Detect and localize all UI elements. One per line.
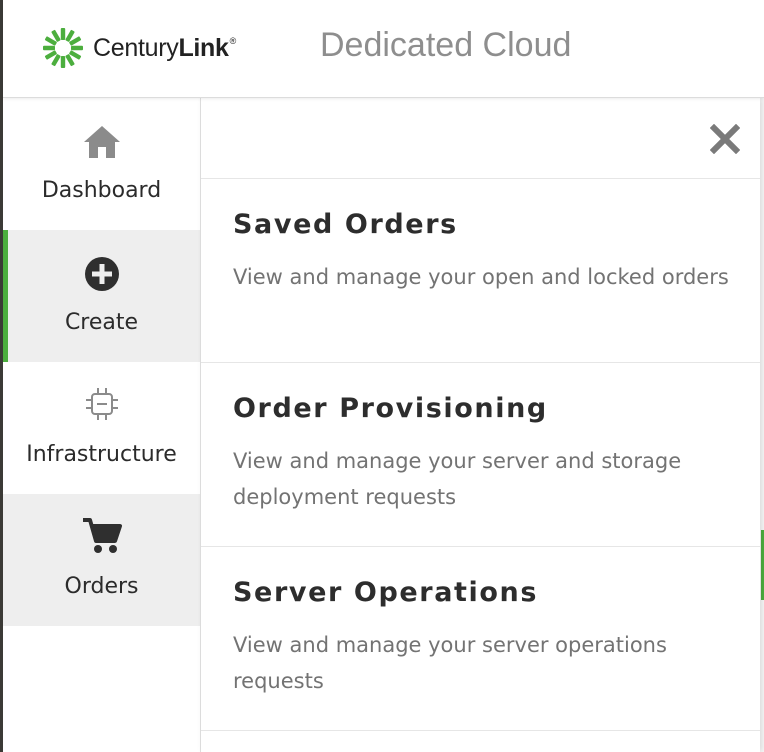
background-page-edge	[760, 98, 764, 752]
sidebar-item-dashboard[interactable]: Dashboard	[3, 98, 200, 230]
sidebar-item-label: Infrastructure	[26, 442, 177, 467]
create-flyout-panel: Saved Orders View and manage your open a…	[201, 98, 760, 752]
panel-item-server-operations[interactable]: Server Operations View and manage your s…	[201, 547, 760, 731]
sidebar-item-label: Create	[64, 310, 139, 335]
app-title: Dedicated Cloud	[320, 26, 572, 64]
home-icon	[82, 120, 122, 160]
cart-icon	[81, 516, 123, 556]
panel-item-description: View and manage your server and storage …	[233, 449, 682, 509]
chip-icon	[82, 384, 122, 424]
sidebar-item-infrastructure[interactable]: Infrastructure	[3, 362, 200, 494]
centurylink-logo-icon	[43, 28, 83, 68]
logo-wordmark: CenturyLink®	[93, 34, 236, 63]
panel-item-title: Order Provisioning	[233, 393, 548, 424]
panel-item-order-provisioning[interactable]: Order Provisioning View and manage your …	[201, 363, 760, 547]
panel-item-description: View and manage your server operations r…	[233, 633, 667, 693]
panel-item-title: Saved Orders	[233, 209, 458, 240]
close-icon[interactable]	[709, 123, 741, 155]
centurylink-logo[interactable]: CenturyLink®	[41, 26, 236, 70]
panel-item-description: View and manage your open and locked ord…	[233, 265, 729, 289]
top-bar: CenturyLink® Dedicated Cloud	[3, 0, 764, 98]
plus-circle-icon	[84, 252, 120, 292]
logo-wordmark-bold: Link	[178, 33, 229, 62]
logo-registered-mark: ®	[229, 35, 237, 46]
logo-wordmark-regular: Century	[93, 33, 179, 62]
panel-item-title: Server Operations	[233, 577, 539, 608]
panel-item-saved-orders[interactable]: Saved Orders View and manage your open a…	[201, 179, 760, 363]
sidebar-item-create[interactable]: Create	[3, 230, 200, 362]
sidebar-item-label: Orders	[64, 574, 139, 599]
sidebar-item-label: Dashboard	[41, 178, 162, 203]
sidebar: Dashboard Create Infrastructure Orders	[3, 98, 201, 752]
sidebar-item-orders[interactable]: Orders	[3, 494, 200, 626]
